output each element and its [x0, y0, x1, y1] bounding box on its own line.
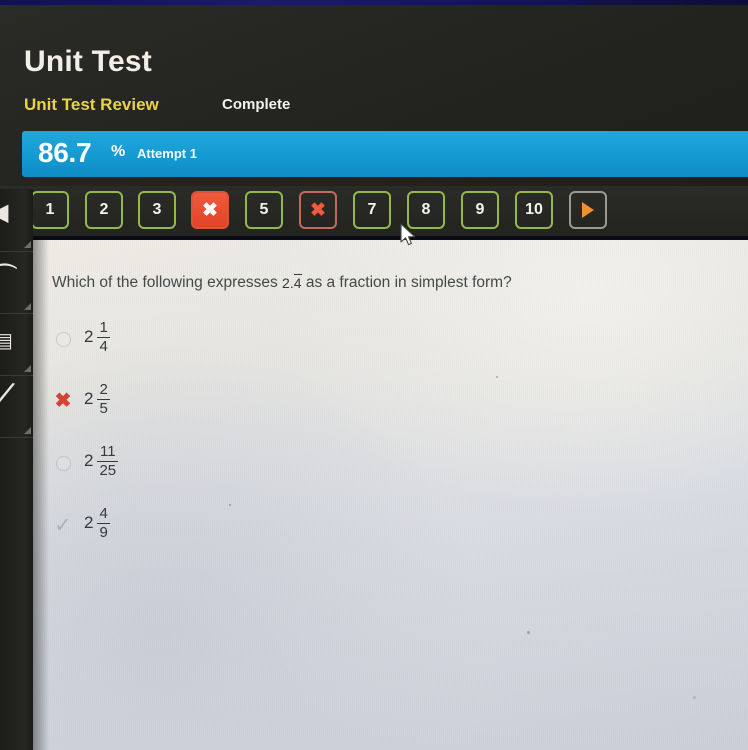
whole-part: 2 [84, 513, 94, 533]
question-text-after: as a fraction in simplest form? [305, 274, 512, 291]
rail-item-1[interactable]: ◀ [0, 189, 33, 252]
photographed-screen: Unit Test Unit Test Review Complete 86.7… [0, 0, 748, 750]
fraction-numerator: 1 [99, 319, 108, 336]
question-button-label: 5 [259, 201, 269, 218]
check-mark-glyph: ✓ [54, 513, 72, 537]
mixed-number-value: 225 [84, 382, 110, 417]
answer-option-1[interactable]: 214 [52, 316, 352, 372]
radio-button-icon [52, 328, 74, 350]
score-percent: 86.7 [38, 137, 92, 168]
mixed-number-value: 249 [84, 506, 110, 541]
calculator-icon: ▤ [0, 331, 13, 351]
fraction: 25 [97, 381, 110, 417]
repeating-decimal-value: 2.4 [282, 274, 302, 291]
corner-marker-icon [24, 303, 31, 310]
question-button-1[interactable]: 1 [31, 191, 69, 229]
play-triangle-icon [582, 202, 594, 218]
answer-option-4[interactable]: ✓ 2 4 9 [52, 502, 352, 558]
whole-part: 2 [84, 451, 94, 471]
x-mark-icon: ✖ [202, 199, 218, 221]
status-badge: Complete [222, 96, 291, 113]
whole-part: 2 [84, 327, 94, 347]
question-button-10[interactable]: 10 [515, 191, 553, 229]
fraction: 49 [97, 505, 110, 541]
pencil-icon: ╱ [0, 381, 14, 418]
question-button-3[interactable]: 3 [138, 191, 176, 229]
decimal-repeating-digit: 4 [293, 274, 302, 291]
fraction-numerator: 2 [99, 381, 108, 398]
assignment-name: Unit Test Review [24, 95, 159, 114]
mixed-number-value: 2 11 25 [84, 443, 119, 479]
fraction-denominator: 25 [97, 460, 119, 479]
dust-speck [229, 504, 231, 506]
next-question-button[interactable] [569, 191, 607, 229]
fraction: 14 [97, 319, 110, 355]
check-mark-icon: ✓ [52, 514, 74, 536]
corner-marker-icon [24, 241, 31, 248]
radio-circle[interactable] [55, 455, 71, 471]
question-button-5[interactable]: 5 [245, 191, 283, 229]
question-button-label: 1 [45, 201, 55, 218]
question-text-before: Which of the following expresses [52, 274, 278, 291]
decimal-whole: 2. [282, 275, 294, 291]
chevron-left-icon: ◀ [0, 201, 8, 225]
rail-item-3[interactable]: ▤ [0, 313, 33, 376]
fraction-denominator: 5 [97, 398, 110, 417]
dust-speck [527, 631, 530, 634]
corner-marker-icon [24, 365, 31, 372]
fraction-numerator: 4 [99, 505, 108, 522]
whole-part: 2 [84, 389, 94, 409]
page-title: Unit Test [24, 45, 152, 78]
score-banner: 86.7 % Attempt 1 [22, 131, 748, 177]
rail-item-2[interactable]: ⏜ [0, 251, 33, 314]
wifi-icon: ⏜ [0, 265, 17, 291]
attempt-label: Attempt 1 [137, 146, 197, 161]
dust-speck [693, 696, 696, 699]
question-button-label: 9 [475, 201, 485, 218]
question-button-9[interactable]: 9 [461, 191, 499, 229]
left-toolbar-rail: ◀ ⏜ ▤ ╱ [0, 189, 33, 750]
question-prompt: Which of the following expresses 2.4 as … [52, 274, 512, 292]
question-button-label: 8 [421, 201, 431, 218]
question-button-6-incorrect[interactable]: ✖ [299, 191, 337, 229]
rail-item-4[interactable]: ╱ [0, 375, 33, 438]
question-content-area: Which of the following expresses 2.4 as … [33, 240, 748, 750]
fraction: 11 25 [97, 443, 119, 479]
corner-marker-icon [24, 427, 31, 434]
question-button-label: 3 [152, 201, 162, 218]
radio-circle[interactable] [55, 331, 71, 347]
mixed-number-value: 214 [84, 320, 110, 355]
radio-button-icon [52, 452, 74, 474]
x-mark-glyph: ✖ [54, 390, 72, 412]
x-mark-icon: ✖ [310, 199, 326, 221]
question-button-label: 2 [99, 201, 109, 218]
question-button-label: 10 [525, 201, 543, 218]
question-button-label: 7 [367, 201, 377, 218]
x-mark-icon: ✖ [52, 390, 74, 412]
dust-speck [496, 376, 498, 378]
answer-option-3[interactable]: 2 11 25 [52, 440, 352, 496]
fraction-denominator: 9 [97, 522, 110, 541]
answer-option-2[interactable]: ✖ 2 2 5 [52, 378, 352, 434]
fraction-numerator: 11 [100, 443, 116, 460]
question-button-2[interactable]: 2 [85, 191, 123, 229]
fraction-denominator: 4 [97, 336, 110, 355]
question-button-7[interactable]: 7 [353, 191, 391, 229]
question-button-8[interactable]: 8 [407, 191, 445, 229]
question-button-4-incorrect[interactable]: ✖ [191, 191, 229, 229]
score-percent-sign: % [111, 143, 126, 160]
